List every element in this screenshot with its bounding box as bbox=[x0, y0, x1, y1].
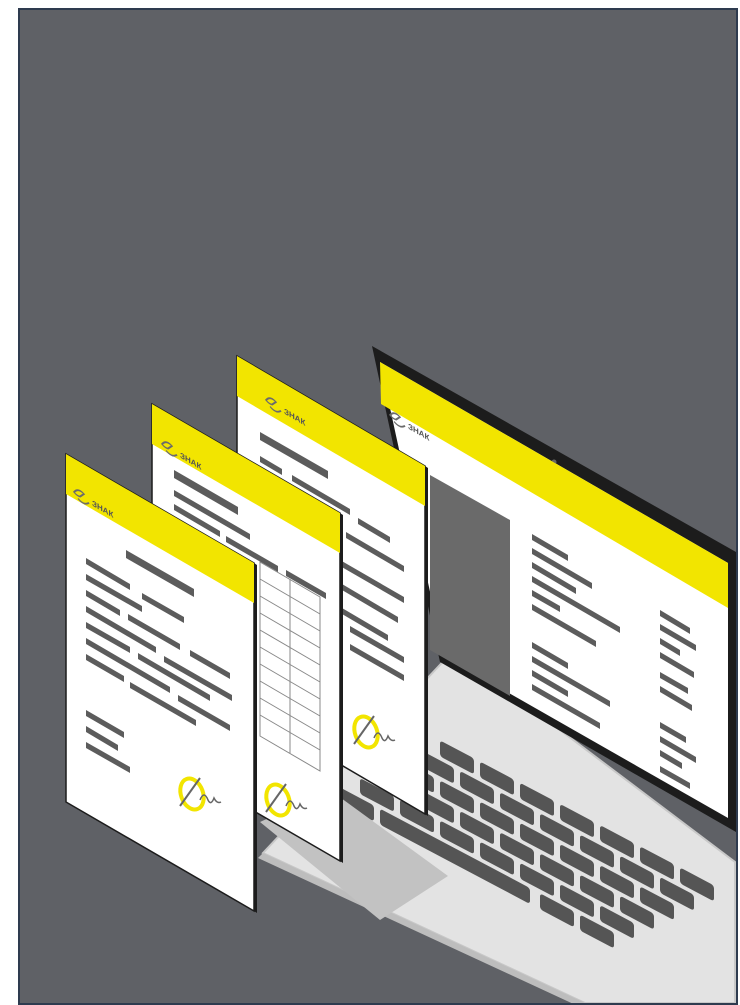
illustration-frame: ЗНАК ЗНАК ЗНАК ЗНАК bbox=[18, 8, 738, 1005]
illustration: ЗНАК ЗНАК ЗНАК ЗНАК bbox=[65, 346, 736, 1003]
